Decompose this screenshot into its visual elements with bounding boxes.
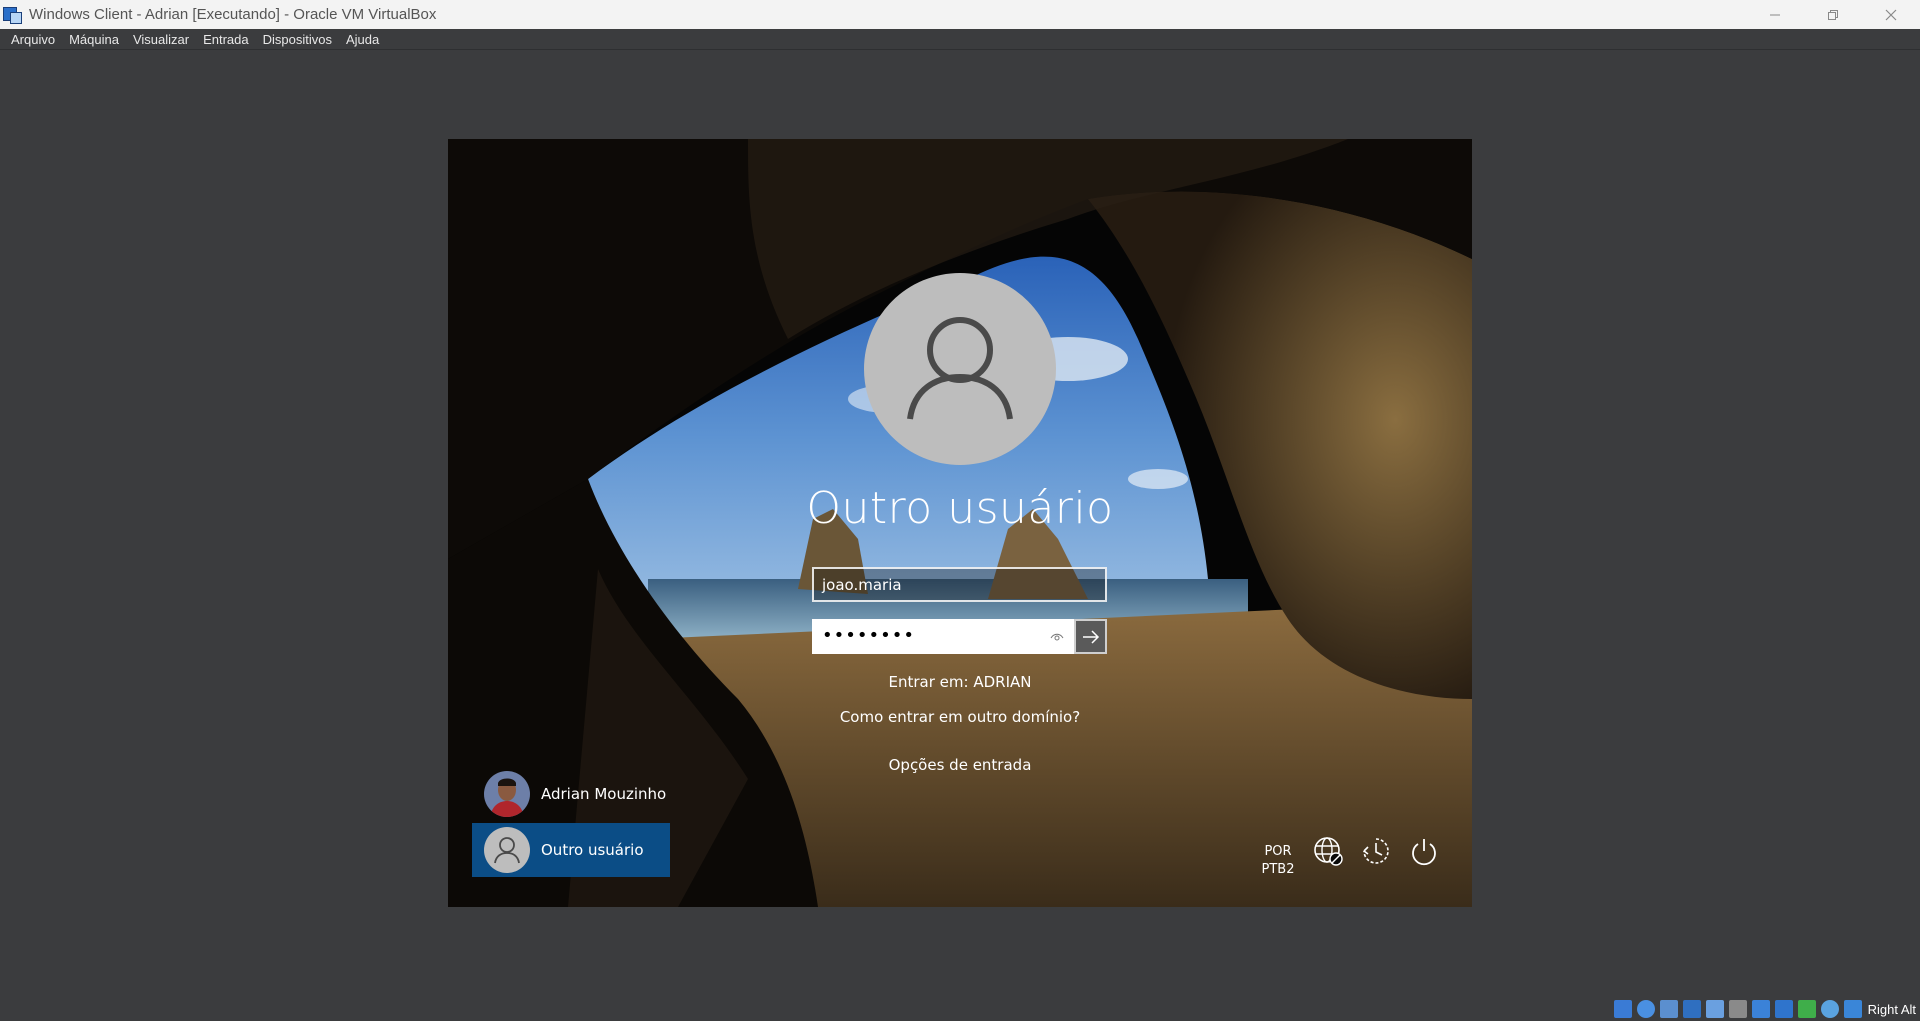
network-adapter-icon[interactable] <box>1682 1000 1701 1018</box>
user-avatar-large <box>864 273 1056 465</box>
power-icon[interactable] <box>1406 833 1442 869</box>
mouse-integration-icon[interactable] <box>1843 1000 1862 1018</box>
reveal-password-icon[interactable] <box>1050 630 1064 644</box>
user-generic-avatar <box>484 827 530 873</box>
language-code: POR <box>1264 844 1292 859</box>
restore-icon[interactable] <box>1804 0 1862 29</box>
optical-drive-icon[interactable] <box>1636 1000 1655 1018</box>
hard-disk-icon[interactable] <box>1613 1000 1632 1018</box>
host-key-label: Right Alt <box>1867 1001 1916 1017</box>
keyboard-layout-code: PTB2 <box>1261 862 1295 877</box>
user-photo-avatar <box>484 771 530 817</box>
menu-bar: Arquivo Máquina Visualizar Entrada Dispo… <box>0 29 1920 50</box>
menu-visualizar[interactable]: Visualizar <box>126 32 196 47</box>
window-title: Windows Client - Adrian [Executando] - O… <box>29 6 437 23</box>
shared-folders-icon[interactable] <box>1728 1000 1747 1018</box>
minimize-icon[interactable] <box>1746 0 1804 29</box>
display-icon[interactable] <box>1751 1000 1770 1018</box>
guest-additions-icon[interactable] <box>1797 1000 1816 1018</box>
menu-arquivo[interactable]: Arquivo <box>4 32 62 47</box>
network-globe-icon[interactable] <box>1310 833 1346 869</box>
person-icon <box>907 317 1013 420</box>
username-field[interactable]: joao.maria <box>812 567 1107 602</box>
virtualbox-app-icon <box>3 5 23 25</box>
vm-display[interactable]: Outro usuário joao.maria •••••••• Entrar… <box>448 139 1472 907</box>
arrow-right-icon <box>1082 629 1099 644</box>
menu-entrada[interactable]: Entrada <box>196 32 256 47</box>
sign-in-domain-label: Entrar em: ADRIAN <box>888 673 1032 691</box>
vm-status-bar: Right Alt <box>1613 997 1920 1021</box>
person-icon <box>494 837 520 864</box>
password-value: •••••••• <box>822 625 915 646</box>
submit-arrow-button[interactable] <box>1074 619 1107 654</box>
menu-dispositivos[interactable]: Dispositivos <box>256 32 339 47</box>
window-title-bar: Windows Client - Adrian [Executando] - O… <box>0 0 1920 29</box>
window-controls <box>1746 0 1920 29</box>
menu-ajuda[interactable]: Ajuda <box>339 32 386 47</box>
user-tile-other[interactable]: Outro usuário <box>472 823 670 877</box>
password-field[interactable]: •••••••• <box>812 619 1074 654</box>
close-icon[interactable] <box>1862 0 1920 29</box>
video-capture-icon[interactable] <box>1774 1000 1793 1018</box>
ease-of-access-icon[interactable] <box>1358 833 1394 869</box>
other-domain-link[interactable]: Como entrar em outro domínio? <box>448 708 1472 726</box>
login-user-title: Outro usuário <box>806 483 1114 534</box>
menu-maquina[interactable]: Máquina <box>62 32 126 47</box>
input-language-indicator[interactable]: POR PTB2 <box>1256 843 1300 879</box>
cpu-activity-icon[interactable] <box>1820 1000 1839 1018</box>
user-tile-name: Outro usuário <box>541 841 644 859</box>
usb-icon[interactable] <box>1705 1000 1724 1018</box>
audio-icon[interactable] <box>1659 1000 1678 1018</box>
user-tile-name: Adrian Mouzinho <box>541 785 667 803</box>
user-tile-adrian[interactable]: Adrian Mouzinho <box>472 767 670 821</box>
